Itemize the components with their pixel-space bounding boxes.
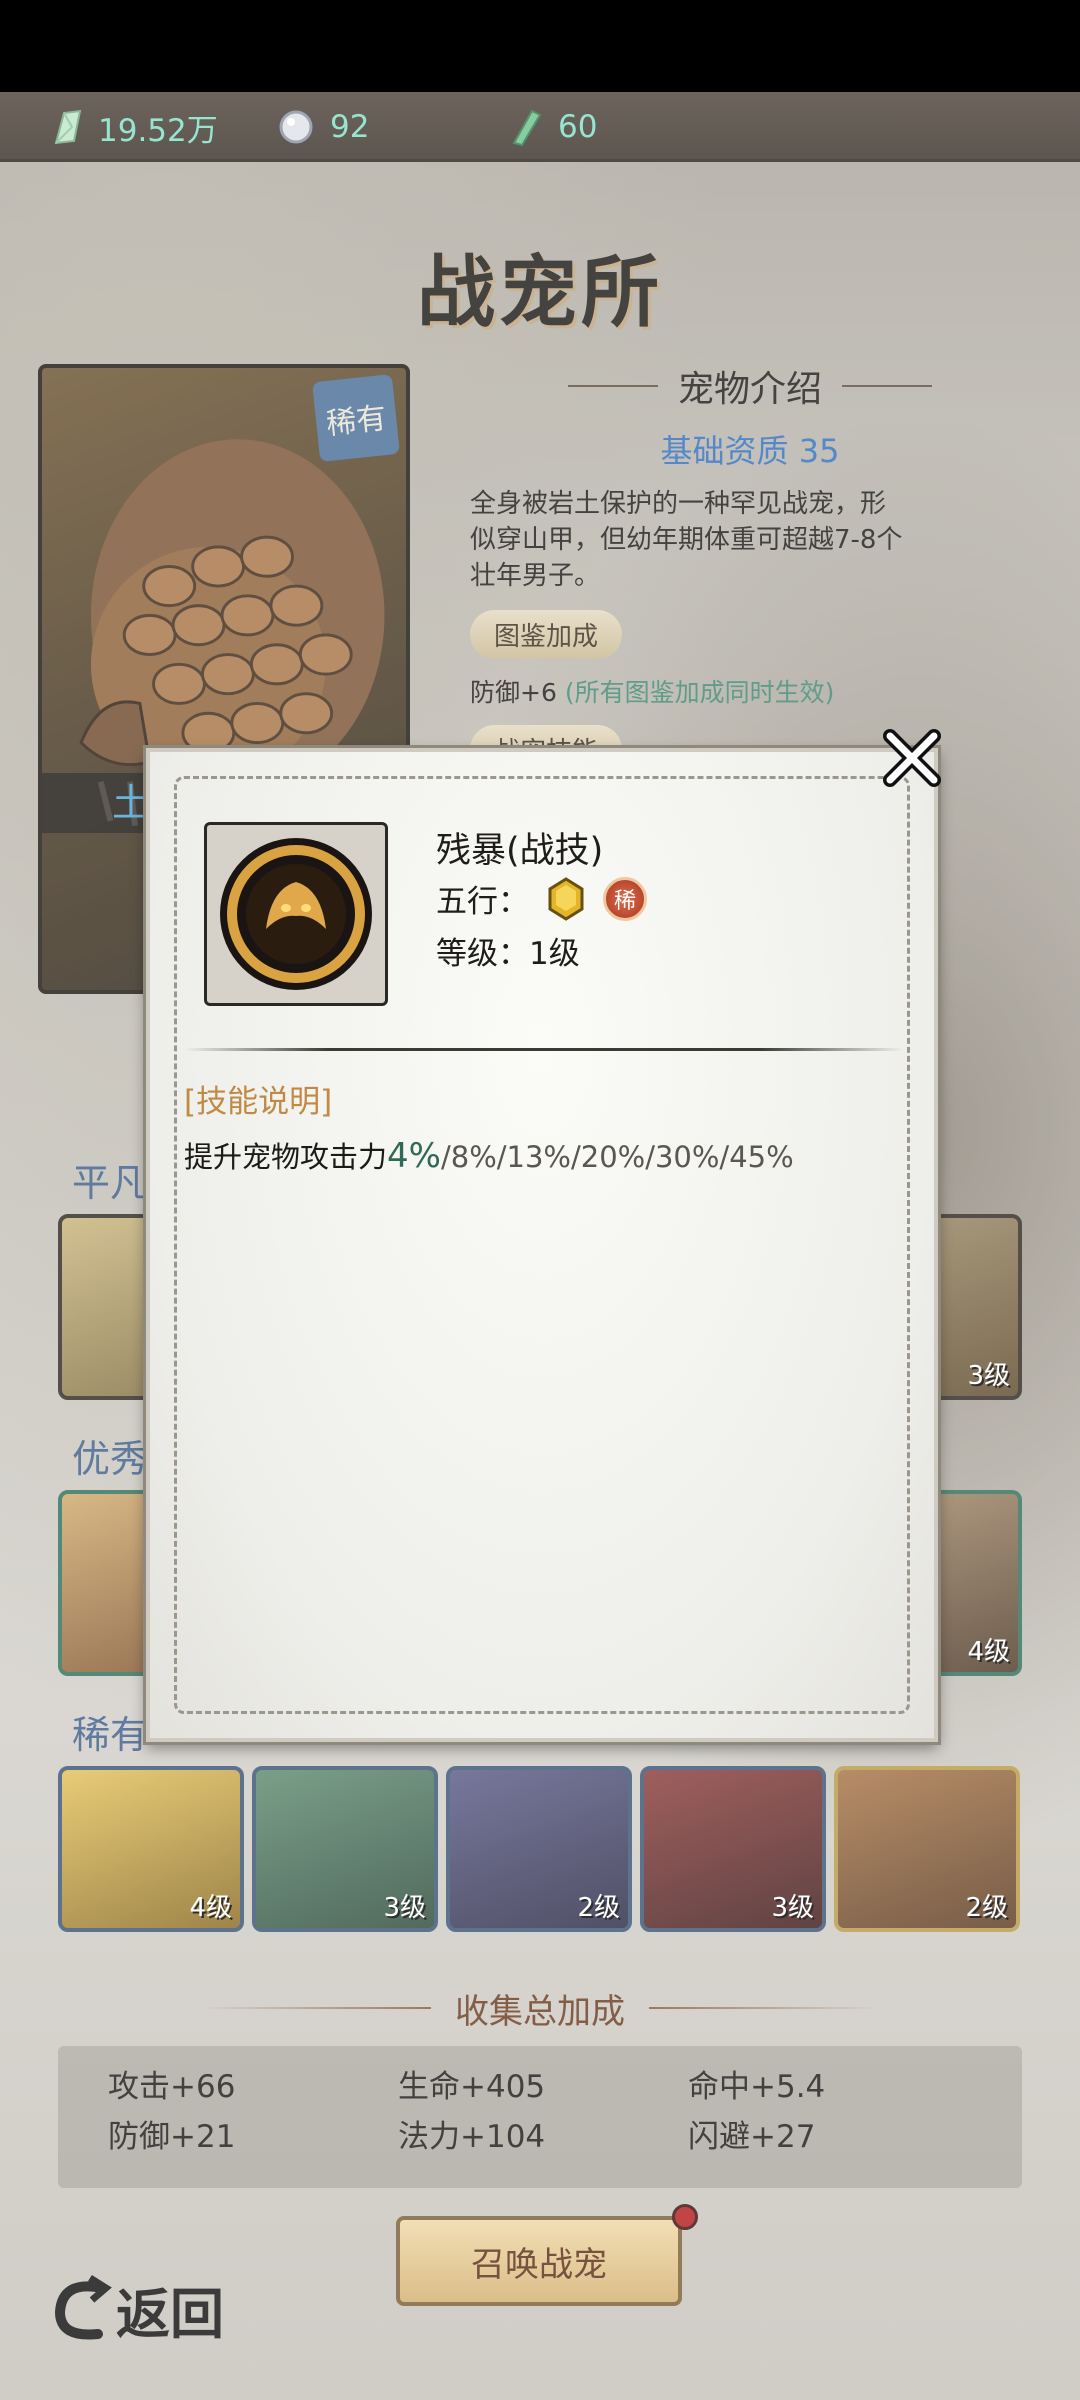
rage-skill-icon	[220, 838, 372, 990]
notification-dot	[672, 2204, 698, 2230]
back-arrow-icon	[54, 2275, 112, 2340]
pet-description: 全身被岩土保护的一种罕见战宠，形似穿山甲，但幼年期体重可超越7-8个壮年男子。	[470, 489, 903, 591]
rarity-tag: 稀有	[312, 374, 400, 462]
pet-level: 2级	[965, 1893, 1008, 1923]
page-title: 战宠所	[416, 247, 663, 338]
codex-bonus-line: 防御+6 (所有图鉴加成同时生效)	[470, 673, 1030, 709]
skill-name: 残暴(战技)	[436, 831, 604, 871]
pet-tile[interactable]: 4级	[58, 1766, 244, 1932]
heading-ornament-right	[842, 385, 932, 387]
close-icon	[883, 729, 941, 787]
skill-element: 五行： 稀	[436, 876, 647, 921]
resource-token: 60	[510, 92, 597, 162]
pet-tile[interactable]: 3级	[252, 1766, 438, 1932]
pet-row-rare: 4级 3级 2级 3级 2级	[58, 1766, 1022, 1932]
codex-bonus-button[interactable]: 图鉴加成	[470, 610, 623, 659]
pearl-icon	[279, 110, 313, 144]
modal-divider	[184, 1048, 904, 1051]
pet-tile[interactable]: 3级	[640, 1766, 826, 1932]
row-label-rare: 稀有	[72, 1713, 149, 1757]
collection-stats: 攻击+66 生命+405 命中+5.4 防御+21 法力+104 闪避+27	[58, 2046, 1022, 2188]
back-label: 返回	[116, 2281, 224, 2346]
row-label-common: 平凡	[72, 1161, 149, 1205]
token-value: 60	[558, 109, 598, 145]
skill-desc-title: [技能说明]	[184, 1084, 333, 1120]
intro-heading: 宠物介绍	[470, 360, 1030, 412]
pet-level: 4级	[189, 1893, 232, 1923]
resource-jade: 19.52万	[50, 92, 218, 162]
pet-tile[interactable]: 2级	[446, 1766, 632, 1932]
stat-hit: 命中+5.4	[688, 2069, 826, 2105]
heading-ornament-left	[567, 385, 658, 387]
jade-value: 19.52万	[98, 112, 218, 149]
collection-heading: 收集总加成	[120, 1978, 960, 2038]
stat-defense: 防御+21	[108, 2119, 236, 2155]
pet-level: 2级	[577, 1893, 620, 1923]
skill-icon	[204, 822, 388, 1006]
stat-hp: 生命+405	[398, 2069, 546, 2105]
bonus-main: 防御+6	[470, 678, 557, 707]
collection-heading-text: 收集总加成	[455, 1991, 625, 2032]
pet-level: 4级	[967, 1637, 1010, 1667]
stat-dodge: 闪避+27	[688, 2119, 816, 2155]
jade-icon	[54, 109, 82, 145]
bonus-note: (所有图鉴加成同时生效)	[564, 678, 835, 707]
earth-element-icon	[548, 876, 584, 921]
collection-ornament-left	[201, 2007, 431, 2009]
pet-tile-selected[interactable]: 2级	[834, 1766, 1020, 1932]
back-button[interactable]: 返回	[52, 2272, 224, 2346]
resource-pearl: 92	[276, 92, 369, 162]
summon-pet-button[interactable]: 召唤战宠	[396, 2216, 682, 2306]
pet-level: 3级	[771, 1893, 814, 1923]
desc-prefix: 提升宠物攻击力	[184, 1140, 388, 1174]
token-icon	[512, 109, 542, 147]
desc-current-value: 4%	[387, 1136, 441, 1176]
stat-mana: 法力+104	[398, 2119, 546, 2155]
rare-badge-icon: 稀	[603, 876, 647, 921]
skill-description: 提升宠物攻击力4%/8%/13%/20%/30%/45%	[184, 1134, 794, 1176]
pearl-value: 92	[330, 109, 370, 145]
collection-ornament-right	[649, 2007, 879, 2009]
stat-attack: 攻击+66	[108, 2069, 236, 2105]
pet-intro-panel: 宠物介绍 基础资质 35 全身被岩土保护的一种罕见战宠，形似穿山甲，但幼年期体重…	[470, 360, 1030, 774]
element-label: 五行：	[436, 884, 529, 920]
desc-progression: /8%/13%/20%/30%/45%	[440, 1140, 794, 1174]
resource-bar: 19.52万 92 60	[0, 92, 1080, 162]
intro-heading-text: 宠物介绍	[677, 369, 822, 410]
base-quality: 基础资质 35	[660, 432, 840, 470]
pet-level: 3级	[967, 1361, 1010, 1391]
pet-level: 3级	[383, 1893, 426, 1923]
skill-level: 等级：1级	[436, 936, 580, 972]
row-label-excellent: 优秀	[72, 1437, 149, 1481]
close-button[interactable]	[880, 726, 944, 790]
skill-detail-modal: 残暴(战技) 五行： 稀 等级：1级 [技能说明] 提升宠物攻击力4%/8%/1…	[146, 748, 938, 1742]
